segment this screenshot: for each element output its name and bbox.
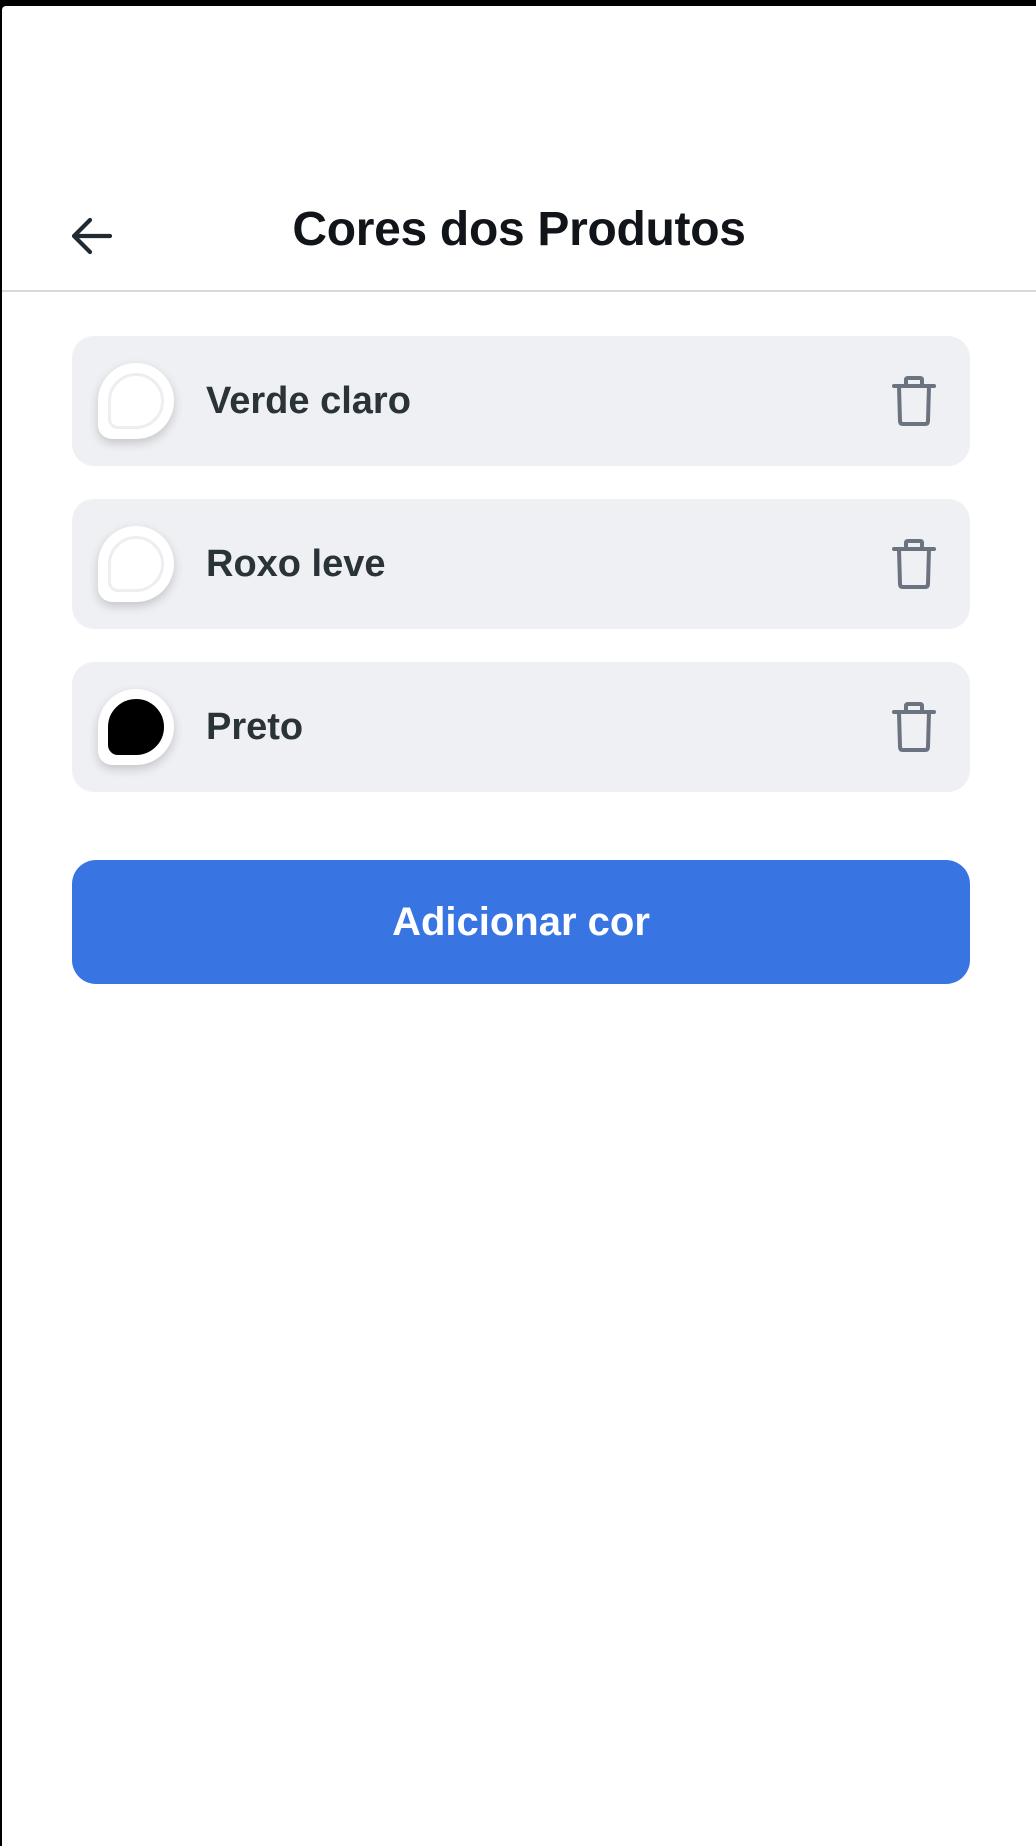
color-list: Verde claro Roxo leve Preto	[72, 336, 970, 825]
color-swatch-fill	[108, 699, 164, 755]
delete-color-button[interactable]	[886, 373, 942, 429]
color-swatch	[98, 689, 174, 765]
page-title: Cores dos Produtos	[292, 203, 746, 256]
trash-icon	[892, 702, 936, 752]
screen: Cores dos Produtos Verde claro Roxo leve	[2, 6, 1036, 1846]
color-item-preto[interactable]: Preto	[72, 662, 970, 792]
color-swatch	[98, 363, 174, 439]
trash-icon	[892, 376, 936, 426]
trash-icon	[892, 539, 936, 589]
color-item-roxo-leve[interactable]: Roxo leve	[72, 499, 970, 629]
color-name: Preto	[206, 705, 304, 748]
color-item-verde-claro[interactable]: Verde claro	[72, 336, 970, 466]
color-name: Roxo leve	[206, 542, 386, 585]
color-name: Verde claro	[206, 379, 411, 422]
top-app-bar: Cores dos Produtos	[2, 6, 1036, 292]
delete-color-button[interactable]	[886, 536, 942, 592]
add-color-button[interactable]: Adicionar cor	[72, 860, 970, 984]
delete-color-button[interactable]	[886, 699, 942, 755]
color-swatch-fill	[108, 536, 164, 592]
color-swatch-fill	[108, 373, 164, 429]
color-swatch	[98, 526, 174, 602]
